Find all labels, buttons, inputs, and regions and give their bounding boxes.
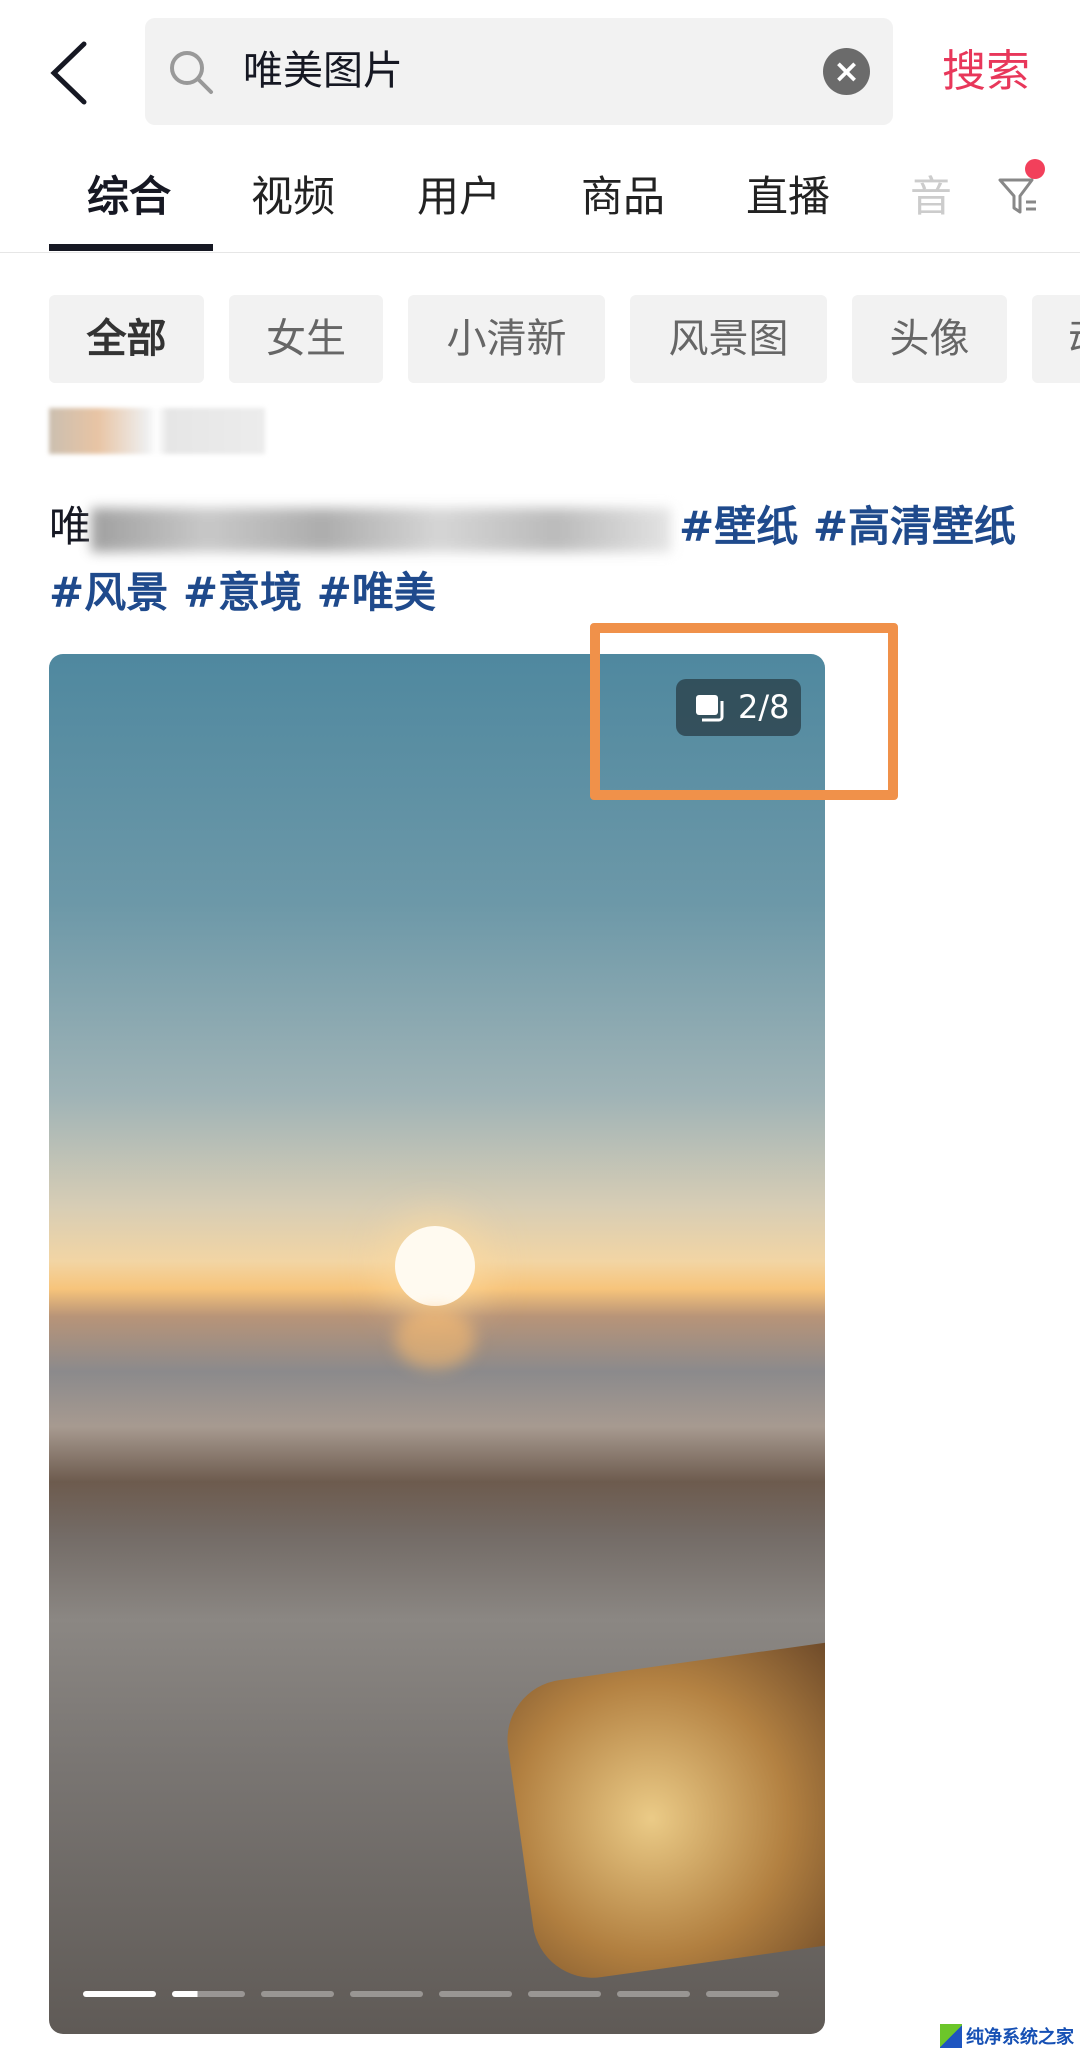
tab-products[interactable]: 商品: [581, 170, 665, 224]
chip-all[interactable]: 全部: [49, 295, 204, 383]
search-input[interactable]: 唯美图片: [243, 42, 403, 100]
carousel-segment: [439, 1991, 512, 1997]
carousel-segment: [261, 1991, 334, 1997]
search-bar[interactable]: 唯美图片 ×: [145, 18, 893, 125]
filter-icon[interactable]: [996, 174, 1040, 218]
caption-prefix: 唯: [49, 502, 92, 551]
notification-dot: [1025, 159, 1045, 179]
post-caption[interactable]: 唯 #壁纸 #高清壁纸 #风景 #意境 #唯美: [49, 494, 1039, 626]
search-icon: [170, 51, 213, 94]
sun-reflection: [395, 1309, 475, 1369]
carousel-segment: [706, 1991, 779, 1997]
chip-scenery[interactable]: 风景图: [630, 295, 827, 383]
post-image-carousel[interactable]: 2/8: [49, 654, 825, 2034]
highlight-box: [590, 623, 898, 800]
chip-more[interactable]: 动: [1032, 295, 1080, 383]
caption-blurred: [91, 507, 672, 552]
tab-users[interactable]: 用户: [417, 170, 501, 224]
carousel-indicator: [83, 1991, 779, 1997]
chip-girls[interactable]: 女生: [229, 295, 383, 383]
tab-video[interactable]: 视频: [251, 170, 335, 224]
watermark-text: 纯净系统之家: [966, 2027, 1074, 2048]
tab-comprehensive[interactable]: 综合: [87, 170, 171, 224]
carousel-segment: [83, 1991, 156, 1997]
clear-icon[interactable]: ×: [823, 48, 870, 95]
chip-avatar[interactable]: 头像: [852, 295, 1007, 383]
carousel-segment: [617, 1991, 690, 1997]
carousel-segment: [172, 1991, 245, 1997]
back-arrow-icon[interactable]: [44, 40, 94, 106]
search-button[interactable]: 搜索: [942, 44, 1030, 100]
carousel-segment: [528, 1991, 601, 1997]
tab-music[interactable]: 音: [910, 170, 952, 224]
carousel-segment: [350, 1991, 423, 1997]
tab-live[interactable]: 直播: [746, 170, 830, 224]
watermark-icon: [940, 2024, 962, 2048]
divider: [0, 252, 1080, 253]
watermark-logo: 纯净系统之家: [940, 2023, 1074, 2049]
sun: [395, 1226, 475, 1306]
chip-fresh[interactable]: 小清新: [408, 295, 605, 383]
active-tab-indicator: [49, 244, 213, 251]
username-blurred[interactable]: [49, 408, 265, 454]
bottle: [499, 1642, 825, 1986]
